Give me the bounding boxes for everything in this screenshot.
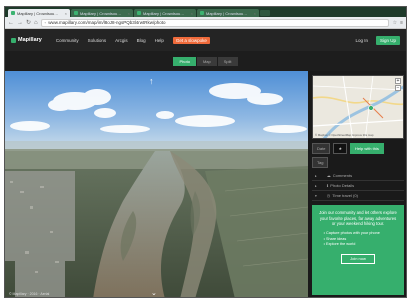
comment-icon: ☁ — [326, 173, 331, 178]
join-now-button[interactable]: Join now — [341, 254, 375, 265]
url-input[interactable]: ▫ www.mapillary.com/map/im/l8oJ8-ngsPQb3… — [40, 18, 389, 27]
tab-label: Mapillary | Crowdsou… — [80, 10, 122, 16]
tag-button[interactable]: Tag — [312, 157, 329, 168]
mapillary-logo[interactable]: Mapillary — [11, 37, 42, 43]
nav-solutions[interactable]: Solutions — [88, 38, 107, 43]
date-button[interactable]: Date — [312, 143, 331, 154]
nav-arcgis[interactable]: Arcgis — [115, 38, 128, 43]
browser-tab[interactable]: Mapillary | Crowdsou… × — [71, 9, 133, 17]
mapillary-favicon-icon — [74, 11, 78, 15]
photo-viewer[interactable]: ↑ ⌄ © Mapillary · 2016 · Aerial — [5, 71, 308, 297]
browser-tab[interactable]: Mapillary | Crowdsou… × — [134, 9, 196, 17]
nav-highlight-button[interactable]: Get a slowpoke — [172, 36, 210, 44]
mapillary-favicon-icon — [11, 11, 15, 15]
close-icon[interactable]: × — [191, 11, 193, 16]
logo-text: Mapillary — [18, 37, 42, 43]
forward-arrow-icon[interactable]: → — [17, 20, 23, 26]
browser-tab[interactable]: Mapillary | Crowdsou… × — [8, 9, 70, 17]
accordion-time-travel[interactable]: ▾ ◷ Time travel (0) — [312, 191, 404, 201]
view-toggle-bar: Photo Map Split — [5, 51, 406, 71]
navigate-back-chevron-icon[interactable]: ⌄ — [151, 290, 157, 297]
page-icon: ▫ — [44, 20, 47, 25]
toggle-map[interactable]: Map — [196, 56, 217, 66]
close-icon[interactable]: × — [254, 11, 256, 16]
help-button[interactable]: Help with this — [350, 143, 384, 154]
list-item: Explore the world — [326, 242, 398, 248]
site-header: Mapillary Community Solutions Arcgis Blo… — [5, 29, 406, 51]
navigate-forward-arrow-icon[interactable]: ↑ — [149, 77, 154, 86]
close-icon[interactable]: × — [65, 11, 67, 16]
toggle-photo[interactable]: Photo — [173, 56, 196, 66]
accordion-label: Time travel (0) — [332, 193, 358, 198]
aerial-river-photo — [5, 71, 308, 297]
accordion-comments[interactable]: ▸ ☁ Comments — [312, 171, 404, 181]
tab-label: Mapillary | Crowdsou… — [206, 10, 248, 16]
join-promo: Join our community and let others explor… — [312, 205, 404, 295]
close-icon[interactable]: × — [128, 11, 130, 16]
url-text: www.mapillary.com/map/im/l8oJ8-ngsPQb3l4… — [48, 20, 166, 25]
back-arrow-icon[interactable]: ← — [8, 20, 14, 26]
mapillary-favicon-icon — [137, 11, 141, 15]
star-icon[interactable]: ☆ — [393, 20, 397, 26]
accordion-label: Photo Details — [330, 183, 355, 188]
zoom-in-button[interactable]: + — [395, 78, 401, 84]
menu-icon[interactable]: ≡ — [400, 20, 403, 26]
accordion-photo-details[interactable]: ▸ ℹ Photo Details — [312, 181, 404, 191]
new-tab-button[interactable] — [260, 10, 270, 16]
signup-button[interactable]: Sign Up — [375, 35, 400, 45]
clock-icon: ◷ — [326, 193, 331, 198]
tab-label: Mapillary | Crowdsou… — [17, 10, 59, 16]
browser-tab-bar: Mapillary | Crowdsou… × Mapillary | Crow… — [5, 7, 406, 17]
toggle-split[interactable]: Split — [217, 56, 238, 66]
mapillary-favicon-icon — [200, 11, 204, 15]
accordion-label: Comments — [332, 173, 353, 178]
nav-community[interactable]: Community — [56, 38, 79, 43]
chevron-right-icon: ▸ — [315, 173, 317, 178]
info-icon: ℹ — [326, 183, 329, 188]
zoom-out-button[interactable]: − — [395, 85, 401, 91]
promo-text: Join our community and let others explor… — [319, 210, 397, 227]
address-bar: ← → ↻ ⌂ ▫ www.mapillary.com/map/im/l8oJ8… — [5, 17, 406, 29]
map-render — [313, 76, 403, 138]
chevron-right-icon: ▸ — [315, 183, 317, 188]
photo-attribution: © Mapillary · 2016 · Aerial — [9, 292, 50, 296]
browser-window: Mapillary | Crowdsou… × Mapillary | Crow… — [4, 6, 407, 298]
login-link[interactable]: Log In — [355, 38, 368, 43]
sidebar: + − © Mapbox © OpenStreetMap Improve thi… — [308, 71, 406, 297]
tab-label: Mapillary | Crowdsou… — [143, 10, 185, 16]
map-attribution: © Mapbox © OpenStreetMap Improve this ma… — [315, 133, 374, 137]
browser-tab[interactable]: Mapillary | Crowdsou… × — [197, 9, 259, 17]
promo-list: Capture photos with your phone Share ide… — [318, 231, 398, 248]
mini-map[interactable]: + − © Mapbox © OpenStreetMap Improve thi… — [312, 75, 404, 139]
photo-controls: Date ★ Help with this Tag — [312, 143, 404, 171]
star-button[interactable]: ★ — [333, 143, 348, 154]
logo-icon — [11, 37, 16, 43]
nav-help[interactable]: Help — [155, 38, 164, 43]
details-accordion: ▸ ☁ Comments ▸ ℹ Photo Details ▾ ◷ Time … — [312, 171, 404, 201]
nav-blog[interactable]: Blog — [137, 38, 146, 43]
chevron-down-icon: ▾ — [315, 193, 317, 198]
home-icon[interactable]: ⌂ — [34, 20, 38, 26]
reload-icon[interactable]: ↻ — [26, 20, 31, 26]
